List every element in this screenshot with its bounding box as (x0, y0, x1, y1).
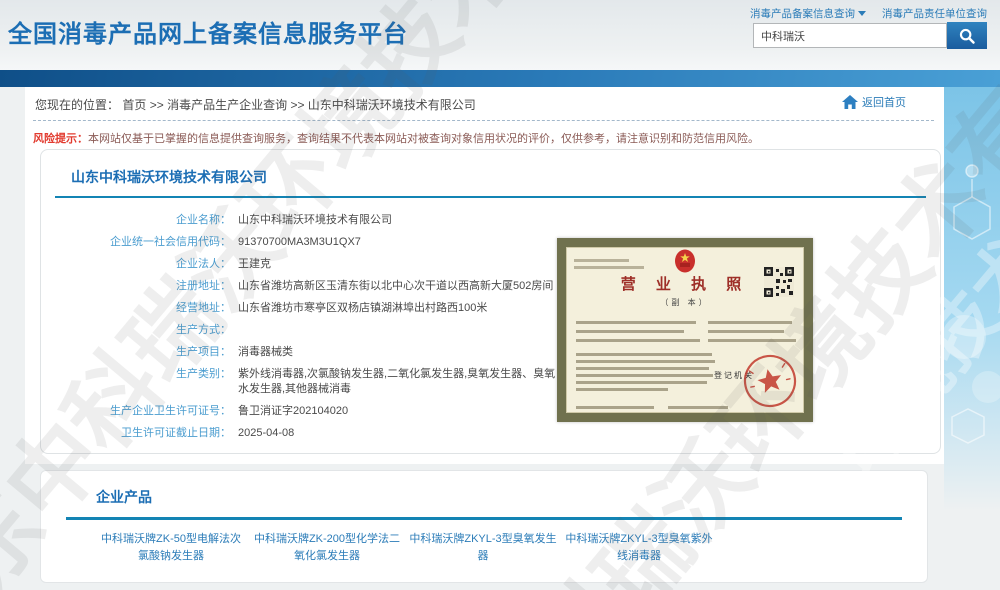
product-link[interactable]: 中科瑞沃牌ZKYL-3型臭氧紫外线消毒器 (564, 531, 714, 565)
company-field-row: 经营地址：山东省潍坊市寒亭区双杨店镇湖淋埠出村路西100米 (58, 301, 618, 316)
field-value: 山东省潍坊高新区玉清东街以北中心次干道以西高新大厦502房间 (231, 279, 553, 294)
license-footer-lines (576, 406, 728, 409)
search-icon (958, 27, 976, 45)
section-divider (55, 196, 926, 198)
breadcrumb-separator: >> (150, 98, 164, 112)
field-label: 企业法人： (58, 257, 231, 272)
company-field-row: 企业法人：王建克 (58, 257, 618, 272)
nav-link-label: 消毒产品备案信息查询 (750, 6, 855, 21)
company-field-row: 生产项目：消毒器械类 (58, 345, 618, 360)
header-divider-bar (0, 70, 1000, 87)
back-home-button[interactable]: 返回首页 (842, 94, 906, 110)
breadcrumb-link-home[interactable]: 首页 (122, 98, 146, 112)
back-home-label: 返回首页 (862, 94, 906, 110)
company-field-row: 生产类别：紫外线消毒器,次氯酸钠发生器,二氧化氯发生器,臭氧发生器、臭氧水发生器… (58, 367, 618, 397)
field-label: 企业名称： (58, 213, 231, 228)
field-label: 企业统一社会信用代码： (58, 235, 231, 250)
search-input[interactable] (753, 23, 947, 48)
product-link[interactable]: 中科瑞沃牌ZKYL-3型臭氧发生器 (408, 531, 558, 565)
license-header-lines (574, 259, 644, 273)
license-right-column-lines (708, 321, 798, 348)
field-value: 紫外线消毒器,次氯酸钠发生器,二氧化氯发生器,臭氧发生器、臭氧水发生器,其他器械… (231, 367, 561, 397)
company-field-row: 卫生许可证截止日期：2025-04-08 (58, 426, 618, 441)
site-title: 全国消毒产品网上备案信息服务平台 (8, 14, 408, 49)
field-label: 经营地址： (58, 301, 231, 316)
dashed-divider (33, 120, 934, 121)
products-section-title: 企业产品 (96, 487, 152, 507)
risk-notice: 风险提示：本网站仅基于已掌握的信息提供查询服务，查询结果不代表本网站对被查询对象… (33, 130, 759, 146)
field-value: 91370700MA3M3U1QX7 (231, 235, 361, 250)
field-label: 生产项目： (58, 345, 231, 360)
company-field-row: 企业统一社会信用代码：91370700MA3M3U1QX7 (58, 235, 618, 250)
top-nav: 消毒产品备案信息查询 消毒产品责任单位查询 (750, 6, 987, 21)
content-wrapper: 您现在的位置： 首页 >> 消毒产品生产企业查询 >> 山东中科瑞沃环境技术有限… (25, 87, 944, 464)
breadcrumb-prefix: 您现在的位置： (35, 98, 119, 112)
breadcrumb-separator: >> (290, 98, 304, 112)
field-label: 生产类别： (58, 367, 231, 397)
home-icon (842, 95, 858, 110)
page: 全国消毒产品网上备案信息服务平台 消毒产品备案信息查询 消毒产品责任单位查询 (0, 0, 1000, 590)
nav-link-responsible-unit-query[interactable]: 消毒产品责任单位查询 (882, 6, 987, 21)
license-scope-lines (576, 353, 716, 395)
search-bar (753, 22, 987, 49)
risk-notice-text: 本网站仅基于已掌握的信息提供查询服务，查询结果不代表本网站对被查询对象信用状况的… (88, 133, 759, 145)
field-value: 鲁卫消证字202104020 (231, 404, 348, 419)
company-name-title: 山东中科瑞沃环境技术有限公司 (71, 167, 267, 187)
qr-code-icon (764, 267, 794, 297)
business-license-image: 营 业 执 照 （副 本） (557, 238, 813, 422)
product-link[interactable]: 中科瑞沃牌ZK-200型化学法二氧化氯发生器 (252, 531, 402, 565)
breadcrumb-current: 山东中科瑞沃环境技术有限公司 (308, 98, 476, 112)
field-value: 王建克 (231, 257, 271, 272)
nav-link-filing-info-query[interactable]: 消毒产品备案信息查询 (750, 6, 866, 21)
field-value: 2025-04-08 (231, 426, 294, 441)
nav-link-label: 消毒产品责任单位查询 (882, 6, 987, 21)
company-field-row: 生产企业卫生许可证号：鲁卫消证字202104020 (58, 404, 618, 419)
field-label: 注册地址： (58, 279, 231, 294)
field-value: 山东省潍坊市寒亭区双杨店镇湖淋埠出村路西100米 (231, 301, 487, 316)
red-seal-icon (737, 348, 803, 414)
field-value: 山东中科瑞沃环境技术有限公司 (231, 213, 392, 228)
header: 全国消毒产品网上备案信息服务平台 消毒产品备案信息查询 消毒产品责任单位查询 (0, 0, 1000, 70)
product-link[interactable]: 中科瑞沃牌ZK-50型电解法次氯酸钠发生器 (96, 531, 246, 565)
breadcrumb-link-enterprise-query[interactable]: 消毒产品生产企业查询 (167, 98, 287, 112)
license-left-column-lines (576, 321, 704, 348)
company-field-row: 生产方式： (58, 323, 618, 338)
field-label: 生产方式： (58, 323, 231, 338)
field-label: 生产企业卫生许可证号： (58, 404, 231, 419)
license-subtitle: （副 本） (566, 297, 804, 308)
field-value (231, 323, 238, 338)
field-value: 消毒器械类 (231, 345, 293, 360)
company-field-row: 企业名称：山东中科瑞沃环境技术有限公司 (58, 213, 618, 228)
national-emblem-icon (674, 249, 696, 273)
products-card: 企业产品 中科瑞沃牌ZK-50型电解法次氯酸钠发生器中科瑞沃牌ZK-200型化学… (40, 470, 928, 583)
company-fields: 企业名称：山东中科瑞沃环境技术有限公司企业统一社会信用代码：91370700MA… (58, 213, 618, 448)
company-info-card: 山东中科瑞沃环境技术有限公司 企业名称：山东中科瑞沃环境技术有限公司企业统一社会… (40, 149, 941, 454)
chevron-down-icon (858, 11, 866, 16)
search-button[interactable] (947, 22, 987, 49)
company-field-row: 注册地址：山东省潍坊高新区玉清东街以北中心次干道以西高新大厦502房间 (58, 279, 618, 294)
risk-notice-label: 风险提示： (33, 133, 88, 145)
decorative-molecule-strip (944, 87, 1000, 511)
field-label: 卫生许可证截止日期： (58, 426, 231, 441)
molecule-graphic-icon (944, 87, 1000, 511)
section-divider (66, 517, 902, 520)
breadcrumb: 您现在的位置： 首页 >> 消毒产品生产企业查询 >> 山东中科瑞沃环境技术有限… (35, 96, 476, 113)
products-list: 中科瑞沃牌ZK-50型电解法次氯酸钠发生器中科瑞沃牌ZK-200型化学法二氧化氯… (96, 531, 714, 565)
